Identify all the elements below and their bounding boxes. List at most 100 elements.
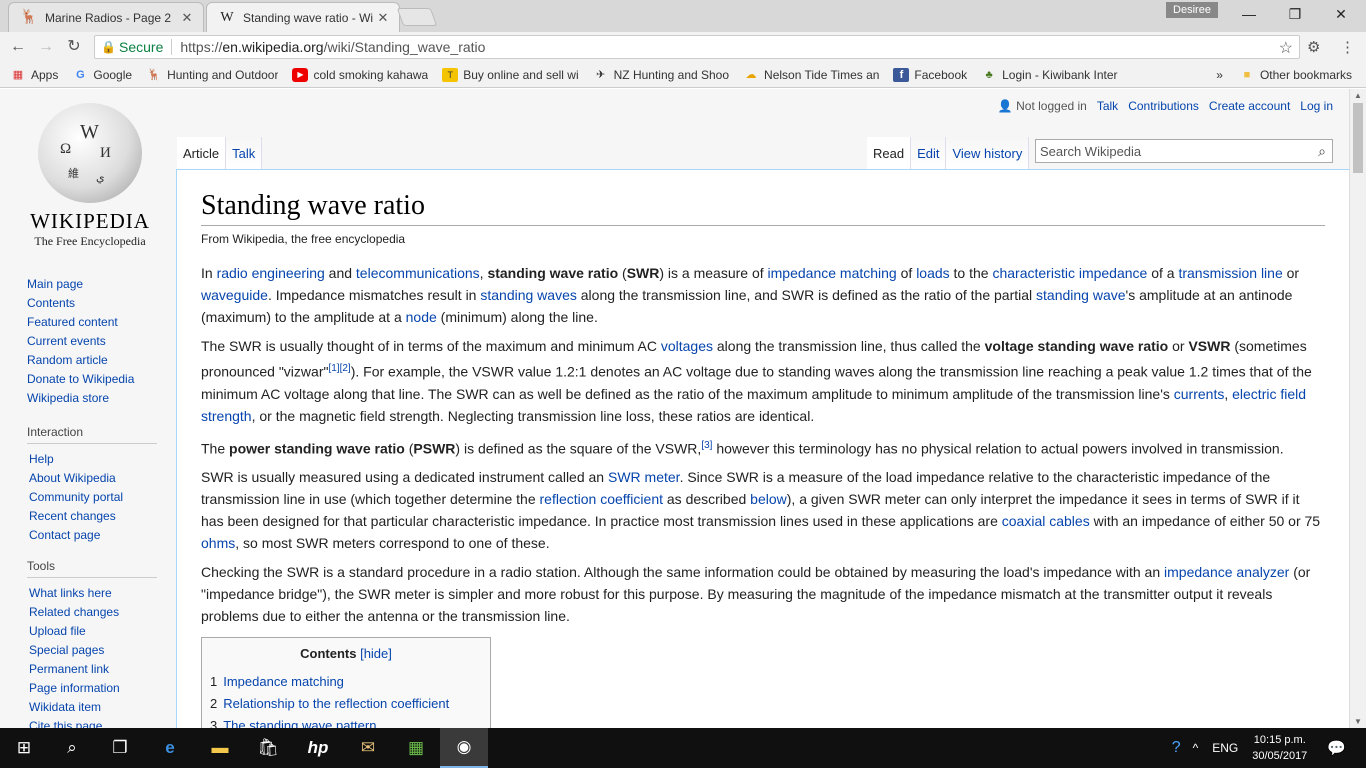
edge-icon[interactable]: e [146,728,194,768]
article-link[interactable]: radio engineering [217,265,325,281]
article-link[interactable]: transmission line [1178,265,1282,281]
nav-store[interactable]: Wikipedia store [27,389,157,408]
bookmark-trademe[interactable]: T Buy online and sell wi [442,67,579,82]
browser-tab-standing-wave[interactable]: W Standing wave ratio - Wi ✕ [206,2,400,33]
file-explorer-icon[interactable]: ▬ [196,728,244,768]
bookmarks-overflow-button[interactable]: » [1216,68,1223,82]
nav-about[interactable]: About Wikipedia [27,469,157,488]
scroll-up-arrow-icon[interactable]: ▲ [1354,91,1362,100]
bookmark-apps[interactable]: ▦ Apps [10,68,59,82]
menu-kebab-icon[interactable]: ⋮ [1340,38,1355,56]
article-link[interactable]: reflection coefficient [540,491,663,507]
nav-page-information[interactable]: Page information [27,679,157,698]
help-icon[interactable]: ? [1172,739,1181,757]
language-indicator[interactable]: ENG [1212,741,1238,755]
chrome-icon[interactable]: ◉ [440,728,488,768]
wikipedia-logo[interactable]: W Ω И 維 ي Wikipedia The Free Encyclopedi… [26,103,154,253]
nav-wikidata-item[interactable]: Wikidata item [27,698,157,717]
contributions-link[interactable]: Contributions [1128,99,1199,113]
tab-article[interactable]: Article [177,137,227,169]
restore-button[interactable]: ❐ [1272,4,1318,24]
nav-help[interactable]: Help [27,450,157,469]
tab-edit[interactable]: Edit [911,137,947,169]
article-link[interactable]: voltages [661,338,713,354]
article-link[interactable]: waveguide [201,287,268,303]
reload-icon[interactable]: ↻ [64,37,84,57]
nav-permanent-link[interactable]: Permanent link [27,660,157,679]
article-link[interactable]: node [406,309,437,325]
citation-link[interactable]: [1] [328,363,339,374]
search-icon[interactable]: ⌕ [48,728,96,768]
chevron-up-icon[interactable]: ^ [1193,741,1199,755]
toc-item[interactable]: 2 Relationship to the reflection coeffici… [210,693,482,715]
search-input[interactable] [1040,143,1312,159]
article-link[interactable]: standing waves [480,287,577,303]
toc-item[interactable]: 3 The standing wave pattern [210,715,482,728]
nav-current-events[interactable]: Current events [27,332,157,351]
bookmark-nelson-tides[interactable]: ☁ Nelson Tide Times an [743,68,880,82]
tab-view-history[interactable]: View history [946,137,1030,169]
article-link[interactable]: currents [1174,386,1225,402]
nav-cite-this-page[interactable]: Cite this page [27,717,157,728]
browser-tab-marine-radios[interactable]: 🦌 Marine Radios - Page 2 ✕ [8,2,204,32]
create-account-link[interactable]: Create account [1209,99,1290,113]
mail-icon[interactable]: ✉ [344,728,392,768]
article-link[interactable]: impedance matching [768,265,897,281]
article-link[interactable]: below [750,491,787,507]
nav-what-links-here[interactable]: What links here [27,584,157,603]
windows-start-icon[interactable]: ⊞ [0,728,48,768]
new-tab-button[interactable] [396,8,438,26]
citation-link[interactable]: [2] [340,363,351,374]
nav-contents[interactable]: Contents [27,294,157,313]
article-link[interactable]: coaxial cables [1002,513,1090,529]
nav-recent-changes[interactable]: Recent changes [27,507,157,526]
notifications-icon[interactable]: 💬 [1327,739,1346,757]
forward-arrow-icon[interactable]: → [36,37,56,57]
search-icon[interactable]: ⌕ [1312,143,1332,160]
address-bar[interactable]: 🔒 Secure https://en.wikipedia.org/wiki/S… [94,35,1300,59]
store-icon[interactable]: 🛍 [244,728,292,768]
other-bookmarks-folder[interactable]: ■ Other bookmarks [1239,68,1352,82]
bookmark-kiwibank[interactable]: ♣ Login - Kiwibank Inter [981,68,1118,82]
bookmark-star-icon[interactable]: ☆ [1279,38,1293,58]
bookmark-facebook[interactable]: f Facebook [893,67,967,82]
scroll-down-arrow-icon[interactable]: ▼ [1354,717,1362,726]
minimize-button[interactable]: — [1226,4,1272,24]
scroll-thumb[interactable] [1353,103,1363,173]
article-link[interactable]: characteristic impedance [992,265,1147,281]
nav-special-pages[interactable]: Special pages [27,641,157,660]
bookmark-cold-smoking[interactable]: ▶ cold smoking kahawa [292,67,428,82]
nav-community-portal[interactable]: Community portal [27,488,157,507]
article-link[interactable]: standing wave [1036,287,1126,303]
profile-badge[interactable]: Desiree [1166,2,1218,18]
talk-link[interactable]: Talk [1097,99,1118,113]
article-link[interactable]: SWR meter [608,469,680,485]
close-window-button[interactable]: ✕ [1318,4,1364,24]
url-text[interactable]: https://en.wikipedia.org/wiki/Standing_w… [180,39,485,55]
tab-read[interactable]: Read [867,137,912,169]
tab-close-icon[interactable]: ✕ [375,10,391,26]
clock[interactable]: 10:15 p.m. 30/05/2017 [1252,732,1307,764]
article-link[interactable]: loads [916,265,949,281]
app-icon[interactable]: ▦ [392,728,440,768]
nav-featured-content[interactable]: Featured content [27,313,157,332]
hp-icon[interactable]: hp [294,728,342,768]
nav-contact-page[interactable]: Contact page [27,526,157,545]
bookmark-hunting-outdoor[interactable]: 🦌 Hunting and Outdoor [146,68,278,82]
article-link[interactable]: ohms [201,535,235,551]
bookmark-google[interactable]: G Google [72,68,132,82]
nav-related-changes[interactable]: Related changes [27,603,157,622]
nav-donate[interactable]: Donate to Wikipedia [27,370,157,389]
article-link[interactable]: impedance analyzer [1164,564,1289,580]
toc-hide-link[interactable]: [hide] [360,646,392,661]
nav-random-article[interactable]: Random article [27,351,157,370]
nav-upload-file[interactable]: Upload file [27,622,157,641]
tab-talk[interactable]: Talk [226,137,263,169]
tab-close-icon[interactable]: ✕ [179,10,195,26]
bookmark-nz-hunting[interactable]: ✈ NZ Hunting and Shoo [593,68,729,82]
nav-main-page[interactable]: Main page [27,275,157,294]
extension-icon[interactable]: ⚙ [1307,38,1320,56]
article-link[interactable]: telecommunications [356,265,480,281]
task-view-icon[interactable]: ❐ [96,728,144,768]
citation-link[interactable]: [3] [701,440,712,451]
